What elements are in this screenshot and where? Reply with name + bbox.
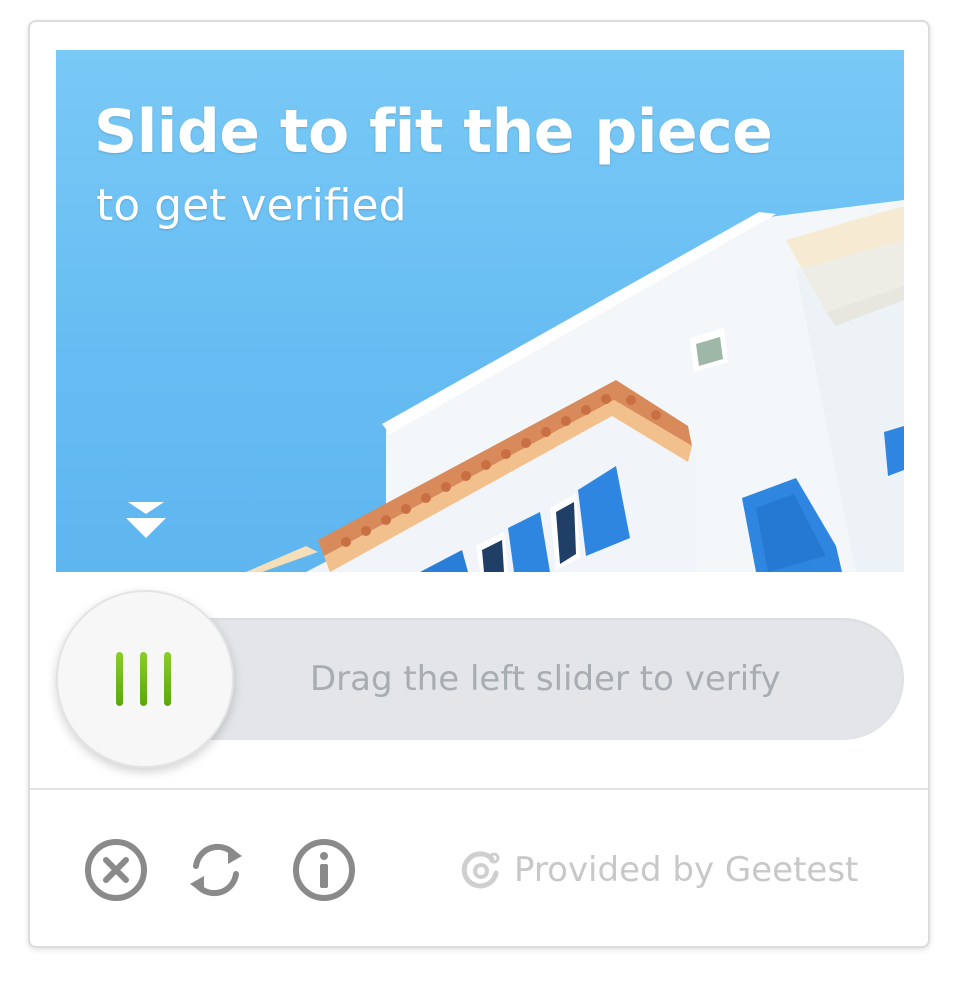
captcha-image: Slide to fit the piece to get verified xyxy=(56,50,904,572)
info-circle-icon xyxy=(293,839,355,901)
geetest-logo-icon xyxy=(460,849,502,891)
captcha-title: Slide to fit the piece xyxy=(94,97,773,167)
slider-hint-text: Drag the left slider to verify xyxy=(310,659,781,699)
close-circle-icon xyxy=(85,839,147,901)
footer-divider xyxy=(30,788,928,790)
captcha-card: Slide to fit the piece to get verified D… xyxy=(28,20,930,948)
slider-knob[interactable] xyxy=(56,590,234,768)
brand-text: Provided by Geetest xyxy=(514,850,859,890)
captcha-subtitle: to get verified xyxy=(96,180,407,231)
info-button[interactable] xyxy=(290,836,358,904)
refresh-icon xyxy=(190,843,242,897)
close-button[interactable] xyxy=(82,836,150,904)
geetest-brand-link[interactable]: Provided by Geetest xyxy=(460,842,858,898)
double-chevron-down-icon xyxy=(126,502,166,538)
refresh-button[interactable] xyxy=(182,836,250,904)
